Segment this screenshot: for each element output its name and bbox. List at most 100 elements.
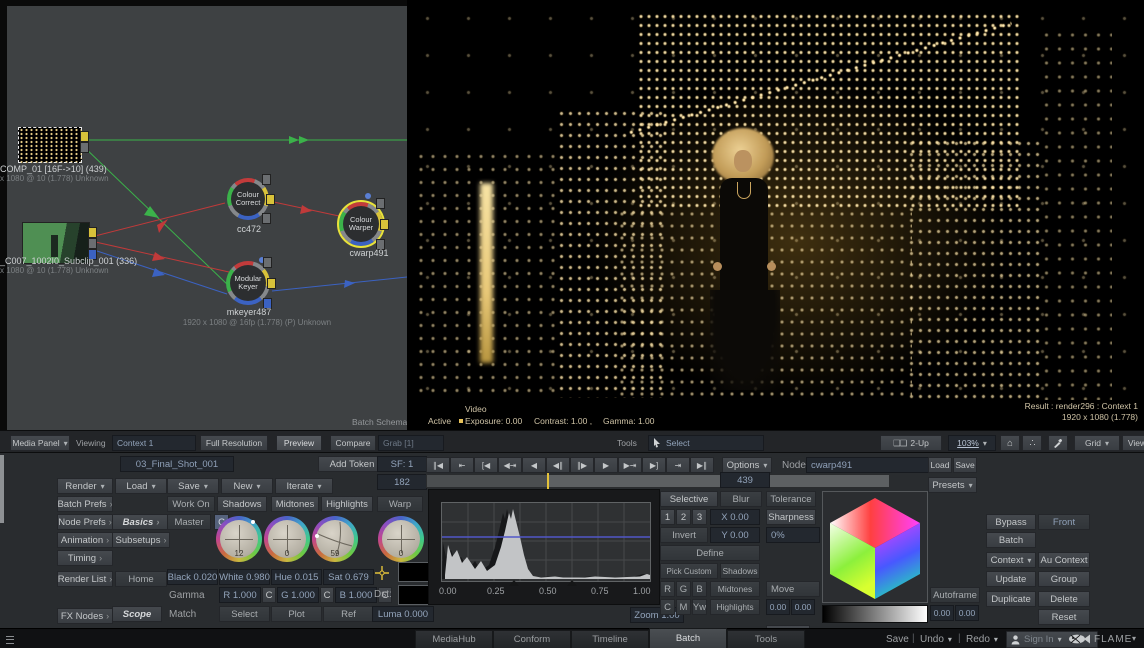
- clip-node-comp01[interactable]: [18, 127, 82, 163]
- match-select-button[interactable]: Select: [219, 606, 270, 622]
- master-button[interactable]: Master: [167, 514, 211, 530]
- hist-marker2[interactable]: [567, 580, 577, 586]
- tab-mediahub[interactable]: MediaHub: [415, 630, 493, 648]
- define-b-button[interactable]: B: [692, 581, 707, 597]
- timebar[interactable]: [426, 474, 890, 488]
- new-dropdown[interactable]: New: [221, 478, 273, 494]
- midtones-colour-wheel[interactable]: 0: [264, 516, 310, 562]
- warp-button[interactable]: Warp: [377, 496, 423, 512]
- gamma-g-field[interactable]: G 1.000: [277, 587, 319, 603]
- range-shadows-button[interactable]: Shadows: [217, 496, 267, 512]
- transport-step-back-key-button[interactable]: ◀⇥: [498, 457, 522, 473]
- fit-view-button[interactable]: ∴: [1022, 435, 1042, 451]
- load-dropdown[interactable]: Load: [115, 478, 167, 494]
- match-ref-button[interactable]: Ref: [323, 606, 374, 622]
- render-list-button[interactable]: Render List: [57, 571, 113, 587]
- render-dropdown[interactable]: Render: [57, 478, 113, 494]
- media-panel-dropdown[interactable]: Media Panel: [10, 435, 70, 451]
- scope-toggle[interactable]: Scope: [112, 606, 162, 622]
- transport-play-button[interactable]: ▶: [594, 457, 618, 473]
- blur-y-field[interactable]: Y 0.00: [710, 527, 760, 543]
- context-dropdown[interactable]: Context: [986, 552, 1036, 568]
- tolerance-button[interactable]: Tolerance: [766, 491, 816, 507]
- sharpness-button[interactable]: Sharpness: [766, 509, 816, 525]
- save-dropdown[interactable]: Save: [167, 478, 219, 494]
- presets-dropdown[interactable]: Presets: [928, 477, 977, 493]
- tab-tools[interactable]: Tools: [727, 630, 805, 648]
- define-highlights-button[interactable]: Highlights: [710, 599, 760, 615]
- home-button[interactable]: ⌂: [1000, 435, 1020, 451]
- gamma-b-field[interactable]: B 1.000: [335, 587, 377, 603]
- define-m-button[interactable]: M: [676, 599, 691, 615]
- grid-dropdown[interactable]: Grid: [1074, 435, 1120, 451]
- white-field[interactable]: White 0.980: [219, 569, 270, 585]
- transport-play-reverse-button[interactable]: ◀: [522, 457, 546, 473]
- full-resolution-button[interactable]: Full Resolution: [200, 435, 268, 451]
- options-dropdown[interactable]: Options: [722, 457, 772, 473]
- duplicate-button[interactable]: Duplicate: [986, 591, 1036, 607]
- move-y-field[interactable]: 0.00: [791, 599, 815, 615]
- basics-button[interactable]: Basics: [112, 514, 170, 530]
- gamma-r-field[interactable]: R 1.000: [219, 587, 261, 603]
- transport-goto-end-button[interactable]: ⇥: [666, 457, 690, 473]
- colour-picker-button[interactable]: [1048, 435, 1068, 451]
- transport-step-fwd-button[interactable]: ∥▶: [570, 457, 594, 473]
- viewing-context-field[interactable]: Context 1: [112, 435, 196, 451]
- warp-colour-wheel[interactable]: 0: [378, 516, 424, 562]
- duration-field[interactable]: 439: [720, 472, 770, 488]
- move-button[interactable]: Move: [766, 581, 820, 597]
- viewer[interactable]: Active Video Exposure: 0.00 Contrast: 1.…: [407, 0, 1144, 430]
- iterate-dropdown[interactable]: Iterate: [275, 478, 333, 494]
- node-prefs-button[interactable]: Node Prefs: [57, 514, 113, 530]
- front-button[interactable]: Front: [1038, 514, 1090, 530]
- autoframe-x-field[interactable]: 0.00: [930, 605, 954, 621]
- transport-out-button[interactable]: ▶]: [642, 457, 666, 473]
- timing-button[interactable]: Timing: [57, 550, 113, 566]
- pick-custom-button[interactable]: Pick Custom: [660, 563, 718, 579]
- undo-dropdown[interactable]: Undo: [920, 634, 952, 645]
- node-modular-keyer[interactable]: ModularKeyer: [226, 261, 270, 305]
- bypass-button[interactable]: Bypass: [986, 514, 1036, 530]
- range-midtones-button[interactable]: Midtones: [271, 496, 319, 512]
- transport-goto-start-button[interactable]: ∥◀: [426, 457, 450, 473]
- range-highlights-button[interactable]: Highlights: [321, 496, 373, 512]
- two-up-button[interactable]: ❑❑2-Up: [880, 435, 942, 451]
- define-g-button[interactable]: G: [676, 581, 691, 597]
- tab-timeline[interactable]: Timeline: [571, 630, 649, 648]
- tolerance-pct-field[interactable]: 0%: [766, 527, 820, 543]
- hue-field[interactable]: Hue 0.015: [271, 569, 322, 585]
- sat-field[interactable]: Sat 0.679: [323, 569, 374, 585]
- transport-prev-key-button[interactable]: ⇤: [450, 457, 474, 473]
- batch-prefs-button[interactable]: Batch Prefs: [57, 496, 113, 512]
- define-midtones-button[interactable]: Midtones: [710, 581, 760, 597]
- define-c-button[interactable]: C: [660, 599, 675, 615]
- batch-mode-button[interactable]: Batch: [986, 532, 1036, 548]
- reset-button[interactable]: Reset: [1038, 609, 1090, 625]
- selective-1-button[interactable]: 1: [660, 509, 675, 525]
- colour-cube-panel[interactable]: [822, 491, 928, 603]
- autoframe-y-field[interactable]: 0.00: [955, 605, 979, 621]
- node-load-button[interactable]: Load: [928, 457, 952, 473]
- node-colour-correct[interactable]: ColourCorrect: [227, 178, 269, 220]
- hamburger-icon[interactable]: [6, 636, 14, 644]
- gamma-r-c-button[interactable]: C: [262, 587, 276, 603]
- redo-dropdown[interactable]: Redo: [966, 634, 998, 645]
- invert-button[interactable]: Invert: [660, 527, 708, 543]
- animation-button[interactable]: Animation: [57, 532, 113, 548]
- grayscale-ramp[interactable]: [822, 605, 928, 623]
- selective-2-button[interactable]: 2: [676, 509, 691, 525]
- node-name-field[interactable]: cwarp491: [806, 457, 930, 473]
- match-plot-button[interactable]: Plot: [271, 606, 322, 622]
- gamma-g-c-button[interactable]: C: [320, 587, 334, 603]
- panel-scrollbar[interactable]: [0, 455, 4, 523]
- batch-schematic-pane[interactable]: COMP_01 [16F->10] (439) x 1080 @ 10 (1.7…: [0, 0, 407, 430]
- brand-caret-icon[interactable]: ▾: [1132, 634, 1136, 643]
- zoom-level-dropdown[interactable]: 103%: [948, 435, 996, 451]
- tab-batch[interactable]: Batch: [649, 628, 727, 648]
- blur-button[interactable]: Blur: [720, 491, 762, 507]
- autoframe-button[interactable]: Autoframe: [930, 587, 980, 603]
- current-frame-field[interactable]: 182: [377, 474, 427, 490]
- shot-name-field[interactable]: 03_Final_Shot_001: [120, 456, 234, 472]
- view-button[interactable]: View: [1122, 435, 1144, 451]
- blur-x-field[interactable]: X 0.00: [710, 509, 760, 525]
